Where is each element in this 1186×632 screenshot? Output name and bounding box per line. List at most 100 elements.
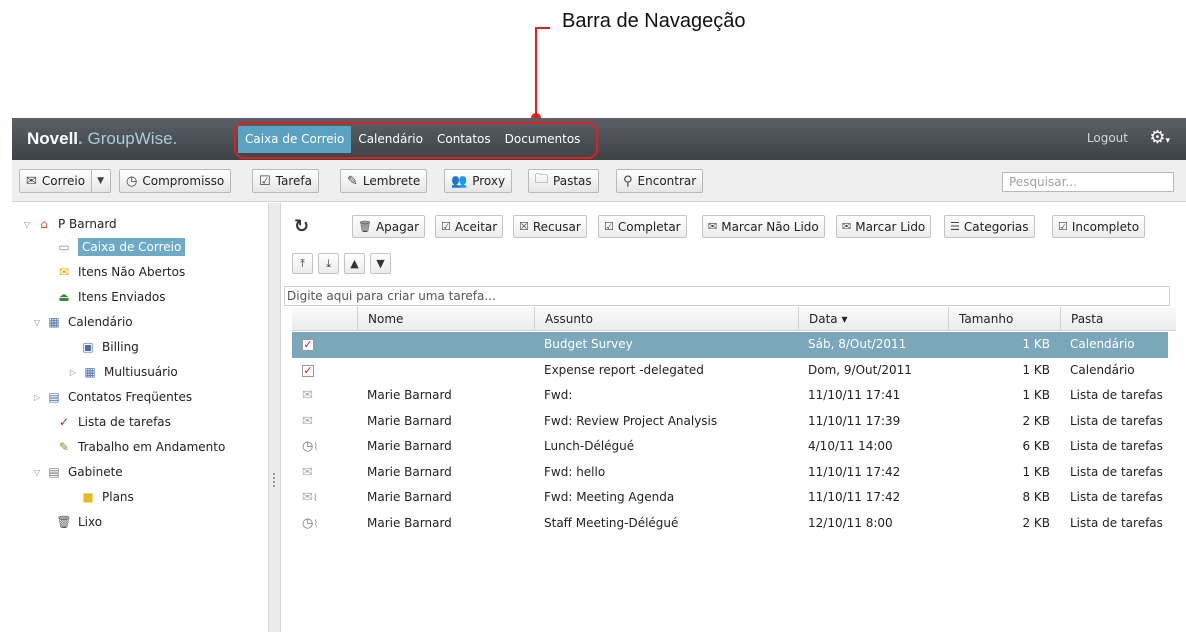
categories-button[interactable]: ☰ Categorias: [944, 215, 1035, 238]
envelope-attachment-icon: ✉⌇: [302, 490, 318, 505]
table-row[interactable]: ✉ Marie Barnard Fwd: Review Project Analys…: [292, 409, 1168, 435]
folder-icon: ■: [82, 490, 94, 504]
tree-item-billing[interactable]: ▣ Billing: [80, 336, 138, 358]
folders-button[interactable]: 🗀 Pastas: [528, 169, 599, 193]
tree-item-sent[interactable]: ⏏ Itens Enviados: [56, 286, 165, 308]
table-row[interactable]: ✉ Marie Barnard Fwd: hello 11/10/11 17:42 1 …: [292, 460, 1168, 486]
tree-item-frequent-contacts[interactable]: ▷ ▤ Contatos Freqüentes: [32, 386, 192, 408]
accept-button[interactable]: ☑ Aceitar: [435, 215, 504, 238]
move-to-top-icon[interactable]: ⤒: [292, 253, 313, 274]
collapse-triangle-icon[interactable]: ▽: [22, 220, 32, 229]
row-date: Sáb, 8/Out/2011: [808, 337, 907, 351]
tree-item-trash[interactable]: 🗑 Lixo: [56, 511, 102, 533]
row-folder: Lista de tarefas: [1070, 490, 1163, 504]
collapse-triangle-icon[interactable]: ▽: [32, 318, 42, 327]
table-row[interactable]: ✉⌇ Marie Barnard Fwd: Meeting Agenda 11/10/…: [292, 485, 1168, 511]
column-header-folder[interactable]: Pasta: [1060, 307, 1176, 331]
quick-task-input[interactable]: [284, 286, 1170, 306]
mark-read-button[interactable]: ✉ Marcar Lido: [836, 215, 932, 238]
table-row[interactable]: ✓ Expense report -delegated Dom, 9/Out/201…: [292, 358, 1168, 384]
nav-tab-mailbox[interactable]: Caixa de Correio: [238, 126, 352, 153]
refresh-icon[interactable]: ↻: [294, 216, 309, 237]
envelope-icon: ✉: [26, 173, 37, 189]
row-size: 8 KB: [1022, 490, 1050, 504]
row-folder: Lista de tarefas: [1070, 388, 1163, 402]
row-name: Marie Barnard: [367, 388, 452, 402]
main-toolbar: ✉ Correio ▼ ◷ Compromisso ☑ Tarefa ✎ Lem…: [12, 160, 1186, 202]
clock-attachment-icon: ◷⌇: [302, 439, 319, 454]
mark-unread-button[interactable]: ✉ Marcar Não Lido: [702, 215, 825, 238]
search-input[interactable]: [1002, 172, 1174, 192]
new-reminder-button[interactable]: ✎ Lembrete: [340, 169, 428, 193]
complete-button[interactable]: ☑ Completar: [598, 215, 687, 238]
new-task-button[interactable]: ☑ Tarefa: [252, 169, 319, 193]
new-mail-button[interactable]: ✉ Correio ▼: [19, 169, 111, 193]
checkbox-icon: ☑: [1058, 220, 1068, 233]
tree-item-unopened[interactable]: ✉ Itens Não Abertos: [56, 261, 185, 283]
clock-attachment-icon: ◷⌇: [302, 515, 319, 531]
column-header-date[interactable]: Data ▾: [798, 307, 948, 331]
row-size: 1 KB: [1022, 337, 1050, 351]
splitter-grip[interactable]: [273, 473, 275, 487]
move-to-bottom-icon[interactable]: ⤓: [318, 253, 339, 274]
row-date: 11/10/11 17:42: [808, 490, 901, 504]
incomplete-button[interactable]: ☑ Incompleto: [1052, 215, 1146, 238]
chevron-down-icon[interactable]: ▼: [91, 170, 104, 192]
table-row[interactable]: ◷⌇ Marie Barnard Lunch-Délégué 4/10/11 14:0…: [292, 434, 1168, 460]
row-subject: Fwd:: [544, 388, 573, 402]
new-appointment-button[interactable]: ◷ Compromisso: [119, 169, 232, 193]
tree-item-calendar[interactable]: ▽ ▦ Calendário: [32, 311, 133, 333]
item-list-pane: ↻ 🗑 Apagar ☑ Aceitar ☒ Recusar ☑ Completar ✉…: [282, 203, 1186, 632]
clock-icon: ◷: [126, 173, 138, 189]
gear-icon[interactable]: ⚙▾: [1149, 127, 1170, 148]
column-header-name[interactable]: Nome: [357, 307, 534, 331]
expand-triangle-icon[interactable]: ▷: [32, 393, 42, 402]
open-envelope-icon: ✉: [302, 413, 313, 429]
folder-tree: ▽ ⌂ P Barnard ▭ Caixa de Correio ✉ Itens…: [12, 203, 269, 632]
pane-splitter[interactable]: [269, 203, 281, 632]
tree-item-plans[interactable]: ■ Plans: [80, 486, 133, 508]
shared-calendar-icon: ▣: [82, 340, 94, 354]
row-size: 1 KB: [1022, 362, 1050, 377]
tree-item-task-list[interactable]: ✓ Lista de tarefas: [56, 411, 171, 433]
find-button[interactable]: ⚲ Encontrar: [616, 169, 704, 193]
row-subject: Fwd: Meeting Agenda: [544, 490, 675, 504]
nav-tab-contacts[interactable]: Contatos: [430, 126, 498, 153]
column-header-subject[interactable]: Assunto: [534, 307, 798, 331]
tree-item-multiuser[interactable]: ▷ ▦ Multiusuário: [68, 361, 178, 383]
row-folder: Calendário: [1070, 362, 1135, 377]
proxy-button[interactable]: 👥 Proxy: [444, 169, 513, 193]
open-envelope-icon: ✉: [842, 220, 852, 233]
annotation-line: [535, 27, 537, 118]
table-row[interactable]: ◷⌇ Marie Barnard Staff Meeting-Délégué 12/1…: [292, 511, 1168, 537]
decline-button[interactable]: ☒ Recusar: [513, 215, 587, 238]
address-book-icon: ▤: [48, 390, 60, 404]
row-subject: Staff Meeting-Délégué: [544, 515, 679, 530]
table-row[interactable]: ✓ Budget Survey Sáb, 8/Out/2011 1 KB Calendá…: [292, 332, 1168, 358]
collapse-triangle-icon[interactable]: ▽: [32, 468, 42, 477]
column-header-icon[interactable]: [292, 307, 357, 331]
tree-item-cabinet[interactable]: ▽ ▤ Gabinete: [32, 461, 123, 483]
tree-item-work-in-progress[interactable]: ✎ Trabalho em Andamento: [56, 436, 225, 458]
navigation-bar: Caixa de Correio Calendário Contatos Doc…: [238, 126, 587, 153]
folder-icon: 🗀: [535, 172, 549, 187]
trash-icon: 🗑: [56, 515, 72, 529]
draft-pencil-icon: ✎: [58, 440, 70, 454]
home-icon: ⌂: [40, 217, 48, 231]
tree-item-mailbox[interactable]: ▭ Caixa de Correio: [56, 236, 186, 258]
move-up-icon[interactable]: ▲: [344, 253, 365, 274]
open-envelope-icon: ✉: [302, 464, 313, 480]
column-header-size[interactable]: Tamanho: [948, 307, 1060, 331]
envelope-icon: ✉: [58, 265, 70, 279]
tree-item-user[interactable]: ▽ ⌂ P Barnard: [22, 213, 117, 235]
delete-button[interactable]: 🗑 Apagar: [352, 215, 426, 238]
annotation-line: [535, 27, 550, 29]
table-row[interactable]: ✉ Marie Barnard Fwd: 11/10/11 17:41 1 KB List…: [292, 383, 1168, 409]
logout-link[interactable]: Logout: [1087, 131, 1128, 145]
nav-tab-documents[interactable]: Documentos: [498, 126, 588, 153]
nav-tab-calendar[interactable]: Calendário: [351, 126, 430, 153]
checkbox-icon: ☑: [259, 173, 271, 189]
expand-triangle-icon[interactable]: ▷: [68, 368, 78, 377]
move-down-icon[interactable]: ▼: [370, 253, 391, 274]
task-check-icon: ✓: [302, 363, 314, 377]
